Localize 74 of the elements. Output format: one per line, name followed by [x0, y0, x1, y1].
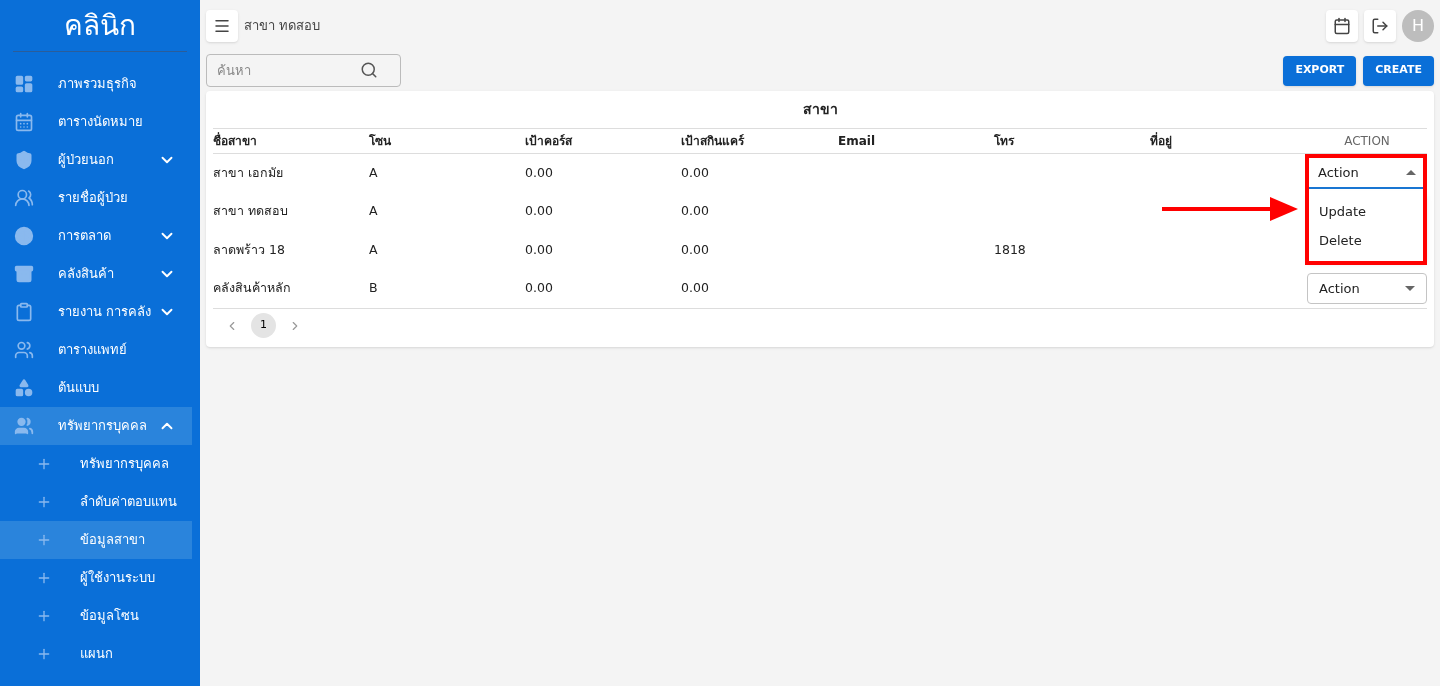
calendar-button[interactable]: [1326, 9, 1358, 42]
menu-item[interactable]: Update: [1307, 196, 1427, 226]
sidebar-item[interactable]: คลังสินค้า: [0, 255, 192, 293]
plus-icon: [36, 532, 52, 548]
table-cell-text: 0.00: [525, 240, 554, 259]
caret-down-icon: [1405, 286, 1415, 292]
table-cell-text: 0.00: [681, 240, 710, 259]
table-cell-text: 0.00: [681, 202, 710, 221]
search-icon: [360, 61, 378, 79]
sidebar-item[interactable]: ตารางนัดหมาย: [0, 103, 192, 141]
column-header: โทร: [994, 133, 1016, 150]
people-icon: [14, 416, 34, 436]
sidebar-subitem[interactable]: ลำดับค่าตอบแทน: [0, 483, 192, 521]
menu-item[interactable]: Delete: [1307, 225, 1427, 255]
plus-icon: [36, 456, 52, 472]
column-header: เป้าสกินแคร์: [681, 133, 746, 150]
table-cell-text: A: [369, 240, 379, 259]
search-field[interactable]: ค้นหา: [206, 54, 401, 87]
plus-icon: [36, 608, 52, 624]
table-cell-text: 0.00: [525, 163, 554, 182]
table-cell-text: A: [369, 163, 379, 182]
sidebar-subitem[interactable]: ข้อมูลสาขา: [0, 521, 192, 559]
sidebar-item[interactable]: ต้นแบบ: [0, 369, 192, 407]
table-cell-text: 0.00: [681, 163, 710, 182]
column-header: Email: [838, 133, 877, 150]
sidebar-item[interactable]: ทรัพยากรบุคคล: [0, 407, 192, 445]
column-header: โซน: [369, 133, 392, 150]
shield-icon: [14, 150, 34, 170]
sidebar-item[interactable]: ตารางแพทย์: [0, 331, 192, 369]
calendar-icon: [14, 112, 34, 132]
page-button[interactable]: 1: [251, 313, 276, 338]
table-cell-text: 0.00: [681, 279, 710, 298]
plus-icon: [36, 570, 52, 586]
column-header: ที่อยู่: [1150, 132, 1173, 150]
column-header: ACTION: [1343, 133, 1391, 150]
table-cell-text: คลังสินค้าหลัก: [213, 279, 292, 298]
table-cell-text: สาขา ทดสอบ: [213, 202, 289, 221]
logout-icon: [1371, 16, 1389, 35]
table-cell-text: 0.00: [525, 279, 554, 298]
plus-icon: [36, 494, 52, 510]
table-cell-text: B: [369, 279, 379, 298]
shapes-icon: [14, 378, 34, 398]
breadcrumb: สาขา ทดสอบ: [244, 16, 321, 35]
action-button[interactable]: EXPORT: [1283, 55, 1357, 86]
calendar-icon: [1333, 16, 1351, 35]
table-cell-text: สาขา เอกมัย: [213, 163, 284, 182]
sidebar-item[interactable]: การตลาด: [0, 217, 192, 255]
sidebar-subitem[interactable]: ทรัพยากรบุคคล: [0, 445, 192, 483]
sidebar-item[interactable]: ภาพรวมธุรกิจ: [0, 65, 192, 103]
action-button[interactable]: CREATE: [1363, 55, 1434, 86]
caret-up-icon: [1406, 169, 1416, 175]
sidebar-subitem[interactable]: แผนก: [0, 635, 192, 673]
archive-icon: [14, 264, 34, 284]
table-cell-text: A: [369, 202, 379, 221]
action-dropdown[interactable]: Action: [1307, 273, 1427, 305]
logout-button[interactable]: [1364, 9, 1396, 42]
sidebar-item[interactable]: รายชื่อผู้ป่วย: [0, 179, 192, 217]
sidebar-item[interactable]: รายงาน การคลัง: [0, 293, 192, 331]
table-cell-text: ลาดพร้าว 18: [213, 240, 286, 259]
sidebar-subitem[interactable]: ข้อมูลโซน: [0, 597, 192, 635]
table-title: สาขา: [801, 100, 839, 119]
clipboard-icon: [14, 302, 34, 322]
sidebar-subitem[interactable]: ผู้ใช้งานระบบ: [0, 559, 192, 597]
table-cell-text: 1818: [994, 240, 1027, 259]
sidebar-item[interactable]: ผู้ป่วยนอก: [0, 141, 192, 179]
column-header: เป้าคอร์ส: [525, 133, 574, 150]
dashboard-icon: [14, 74, 34, 94]
people-icon: [14, 188, 34, 208]
logo-text: คลินิก: [64, 7, 136, 44]
menu-button[interactable]: [206, 9, 238, 42]
plus-icon: [36, 646, 52, 662]
people-icon: [14, 340, 34, 360]
column-header: ชื่อสาขา: [213, 132, 258, 150]
table-cell-text: 0.00: [525, 202, 554, 221]
